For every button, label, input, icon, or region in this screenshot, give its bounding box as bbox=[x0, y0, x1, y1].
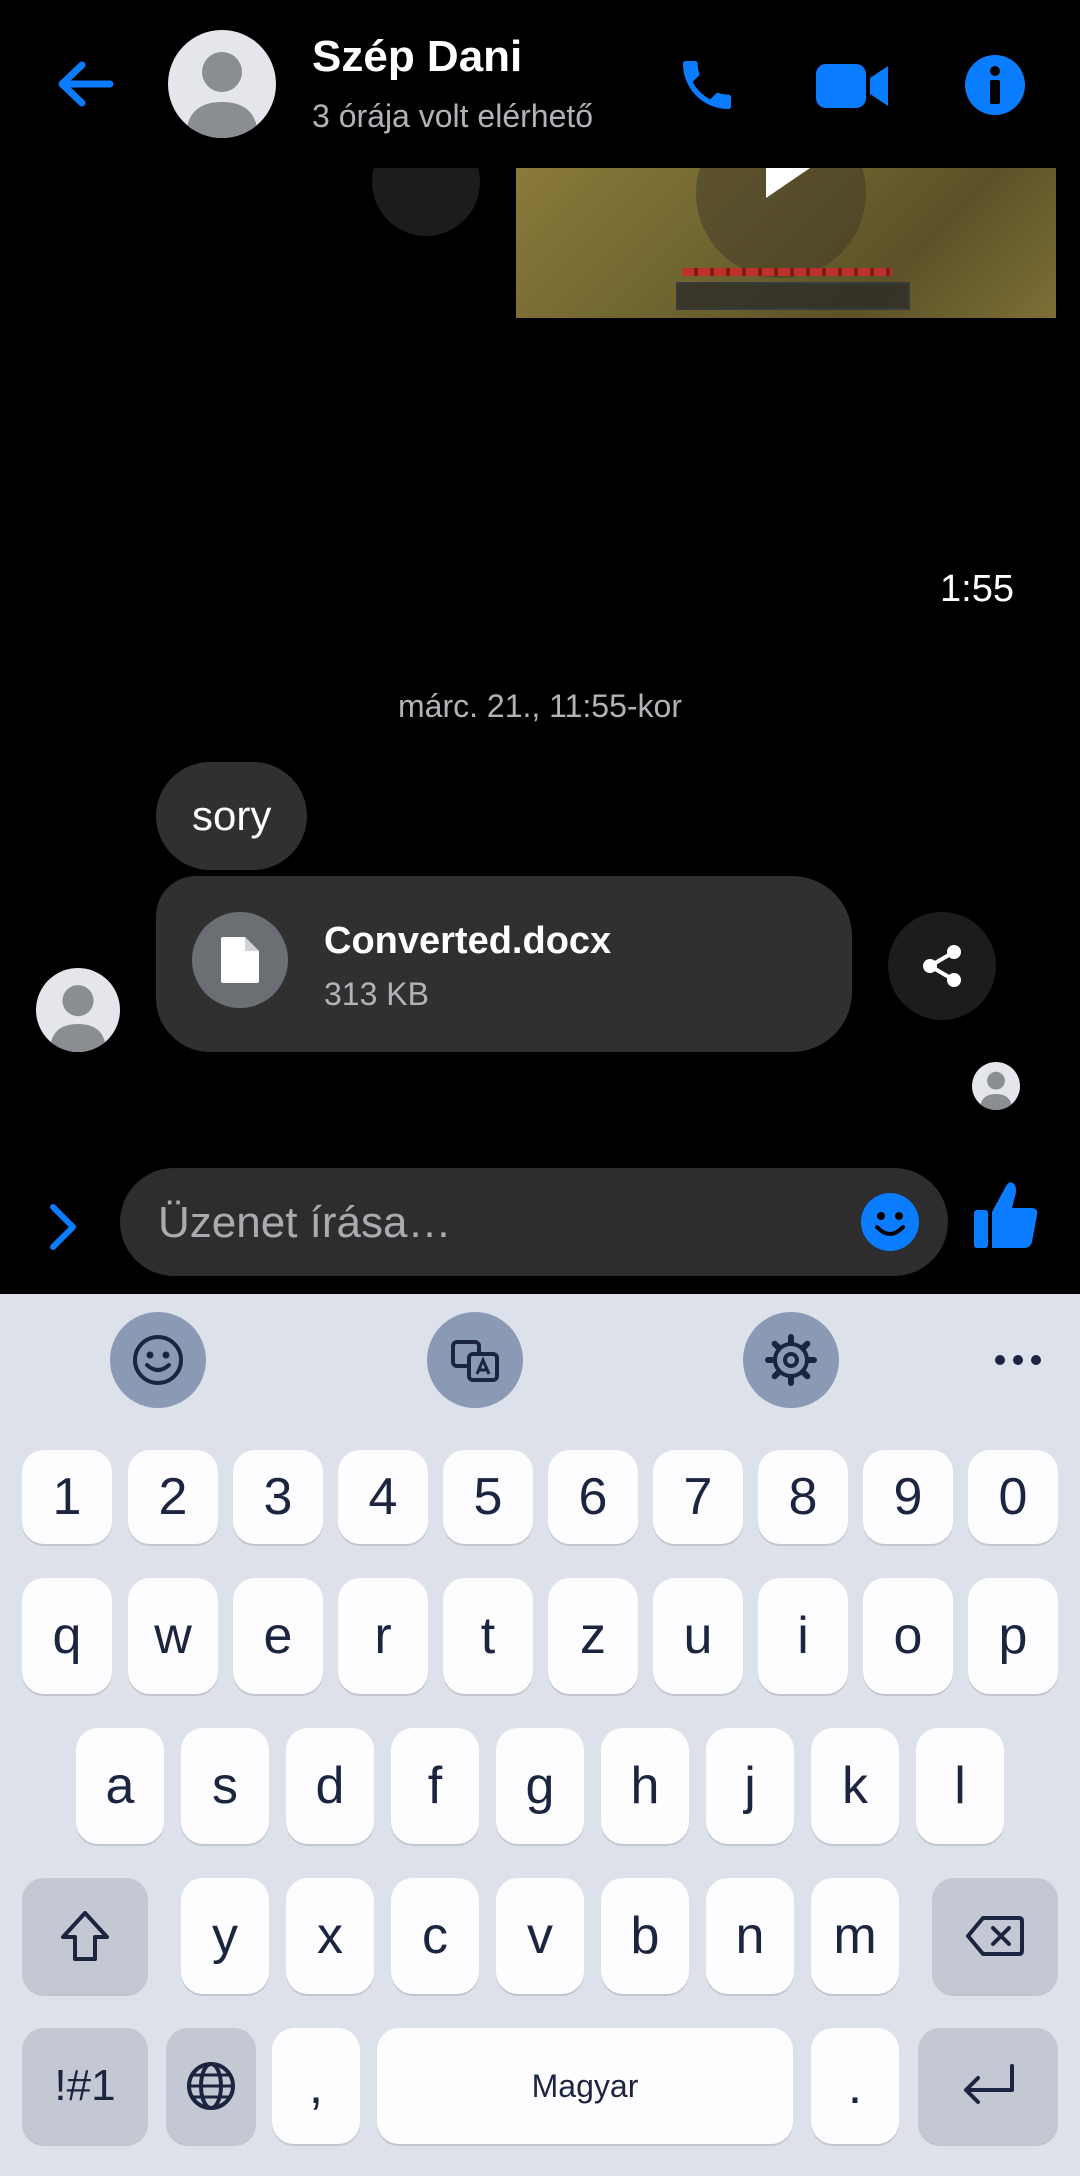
key-g[interactable]: g bbox=[496, 1728, 584, 1844]
key-w[interactable]: w bbox=[128, 1578, 218, 1694]
onscreen-keyboard: 1 2 3 4 5 6 7 8 9 0 q w e r t z u i o p … bbox=[0, 1294, 1080, 2176]
key-p[interactable]: p bbox=[968, 1578, 1058, 1694]
key-c[interactable]: c bbox=[391, 1878, 479, 1994]
key-d[interactable]: d bbox=[286, 1728, 374, 1844]
key-8[interactable]: 8 bbox=[758, 1450, 848, 1544]
backspace-icon bbox=[966, 1916, 1024, 1956]
key-e[interactable]: e bbox=[233, 1578, 323, 1694]
game-hotbar bbox=[676, 282, 910, 310]
key-i[interactable]: i bbox=[758, 1578, 848, 1694]
space-key[interactable]: Magyar bbox=[377, 2028, 793, 2144]
key-t[interactable]: t bbox=[443, 1578, 533, 1694]
message-time: 1:55 bbox=[940, 568, 1014, 610]
key-l[interactable]: l bbox=[916, 1728, 1004, 1844]
phone-icon[interactable] bbox=[672, 52, 742, 118]
backspace-key[interactable] bbox=[932, 1878, 1058, 1994]
key-s[interactable]: s bbox=[181, 1728, 269, 1844]
message-input[interactable] bbox=[156, 1168, 820, 1278]
play-icon[interactable] bbox=[766, 168, 810, 198]
share-button[interactable] bbox=[888, 912, 996, 1020]
key-0[interactable]: 0 bbox=[968, 1450, 1058, 1544]
info-icon[interactable] bbox=[962, 52, 1028, 118]
contact-name[interactable]: Szép Dani bbox=[312, 32, 522, 82]
key-7[interactable]: 7 bbox=[653, 1450, 743, 1544]
key-n[interactable]: n bbox=[706, 1878, 794, 1994]
video-message-thumbnail[interactable] bbox=[516, 168, 1056, 318]
key-b[interactable]: b bbox=[601, 1878, 689, 1994]
globe-language-key[interactable] bbox=[166, 2028, 256, 2144]
file-attachment-bubble[interactable]: Converted.docx 313 KB bbox=[156, 876, 852, 1052]
file-size: 313 KB bbox=[324, 976, 429, 1012]
shift-arrow-icon bbox=[61, 1911, 109, 1961]
seen-indicator-avatar bbox=[972, 1062, 1020, 1110]
key-9[interactable]: 9 bbox=[863, 1450, 953, 1544]
key-3[interactable]: 3 bbox=[233, 1450, 323, 1544]
emoji-icon[interactable] bbox=[860, 1192, 920, 1252]
key-v[interactable]: v bbox=[496, 1878, 584, 1994]
file-name: Converted.docx bbox=[324, 920, 612, 962]
key-u[interactable]: u bbox=[653, 1578, 743, 1694]
key-k[interactable]: k bbox=[811, 1728, 899, 1844]
key-z[interactable]: z bbox=[548, 1578, 638, 1694]
keyboard-settings-gear-icon[interactable] bbox=[743, 1312, 839, 1408]
key-2[interactable]: 2 bbox=[128, 1450, 218, 1544]
key-a[interactable]: a bbox=[76, 1728, 164, 1844]
key-1[interactable]: 1 bbox=[22, 1450, 112, 1544]
key-r[interactable]: r bbox=[338, 1578, 428, 1694]
key-x[interactable]: x bbox=[286, 1878, 374, 1994]
contact-avatar[interactable] bbox=[168, 30, 276, 138]
video-camera-icon[interactable] bbox=[812, 56, 892, 116]
key-o[interactable]: o bbox=[863, 1578, 953, 1694]
key-f[interactable]: f bbox=[391, 1728, 479, 1844]
thumbs-up-icon[interactable] bbox=[972, 1178, 1044, 1258]
date-divider: márc. 21., 11:55-kor bbox=[398, 688, 682, 724]
keyboard-emoji-icon[interactable] bbox=[110, 1312, 206, 1408]
key-m[interactable]: m bbox=[811, 1878, 899, 1994]
game-health-bar bbox=[682, 268, 892, 276]
message-bubble-received[interactable]: sory bbox=[156, 762, 308, 870]
key-h[interactable]: h bbox=[601, 1728, 689, 1844]
sender-avatar[interactable] bbox=[36, 968, 120, 1052]
chat-header: Szép Dani 3 órája volt elérhető bbox=[0, 0, 1080, 168]
symbols-key[interactable]: !#1 bbox=[22, 2028, 148, 2144]
key-j[interactable]: j bbox=[706, 1728, 794, 1844]
key-4[interactable]: 4 bbox=[338, 1450, 428, 1544]
chevron-right-icon[interactable] bbox=[36, 1190, 90, 1264]
contact-status: 3 órája volt elérhető bbox=[312, 98, 594, 134]
share-icon bbox=[923, 945, 961, 987]
share-button-video[interactable] bbox=[372, 168, 480, 236]
more-options-icon[interactable] bbox=[988, 1330, 1048, 1390]
enter-key[interactable] bbox=[918, 2028, 1058, 2144]
file-icon bbox=[192, 912, 288, 1008]
key-5[interactable]: 5 bbox=[443, 1450, 533, 1544]
key-q[interactable]: q bbox=[22, 1578, 112, 1694]
period-key[interactable]: . bbox=[811, 2028, 899, 2144]
message-input-wrapper bbox=[120, 1168, 948, 1278]
translate-icon[interactable] bbox=[427, 1312, 523, 1408]
key-y[interactable]: y bbox=[181, 1878, 269, 1994]
chat-thread[interactable]: 1:55 márc. 21., 11:55-kor sory Converted… bbox=[0, 168, 1080, 1293]
message-composer bbox=[0, 1160, 1080, 1294]
back-arrow-icon[interactable] bbox=[50, 54, 118, 114]
comma-key[interactable]: , bbox=[272, 2028, 360, 2144]
globe-icon bbox=[187, 2062, 235, 2110]
enter-return-icon bbox=[964, 2064, 1014, 2104]
shift-key[interactable] bbox=[22, 1878, 148, 1994]
key-6[interactable]: 6 bbox=[548, 1450, 638, 1544]
